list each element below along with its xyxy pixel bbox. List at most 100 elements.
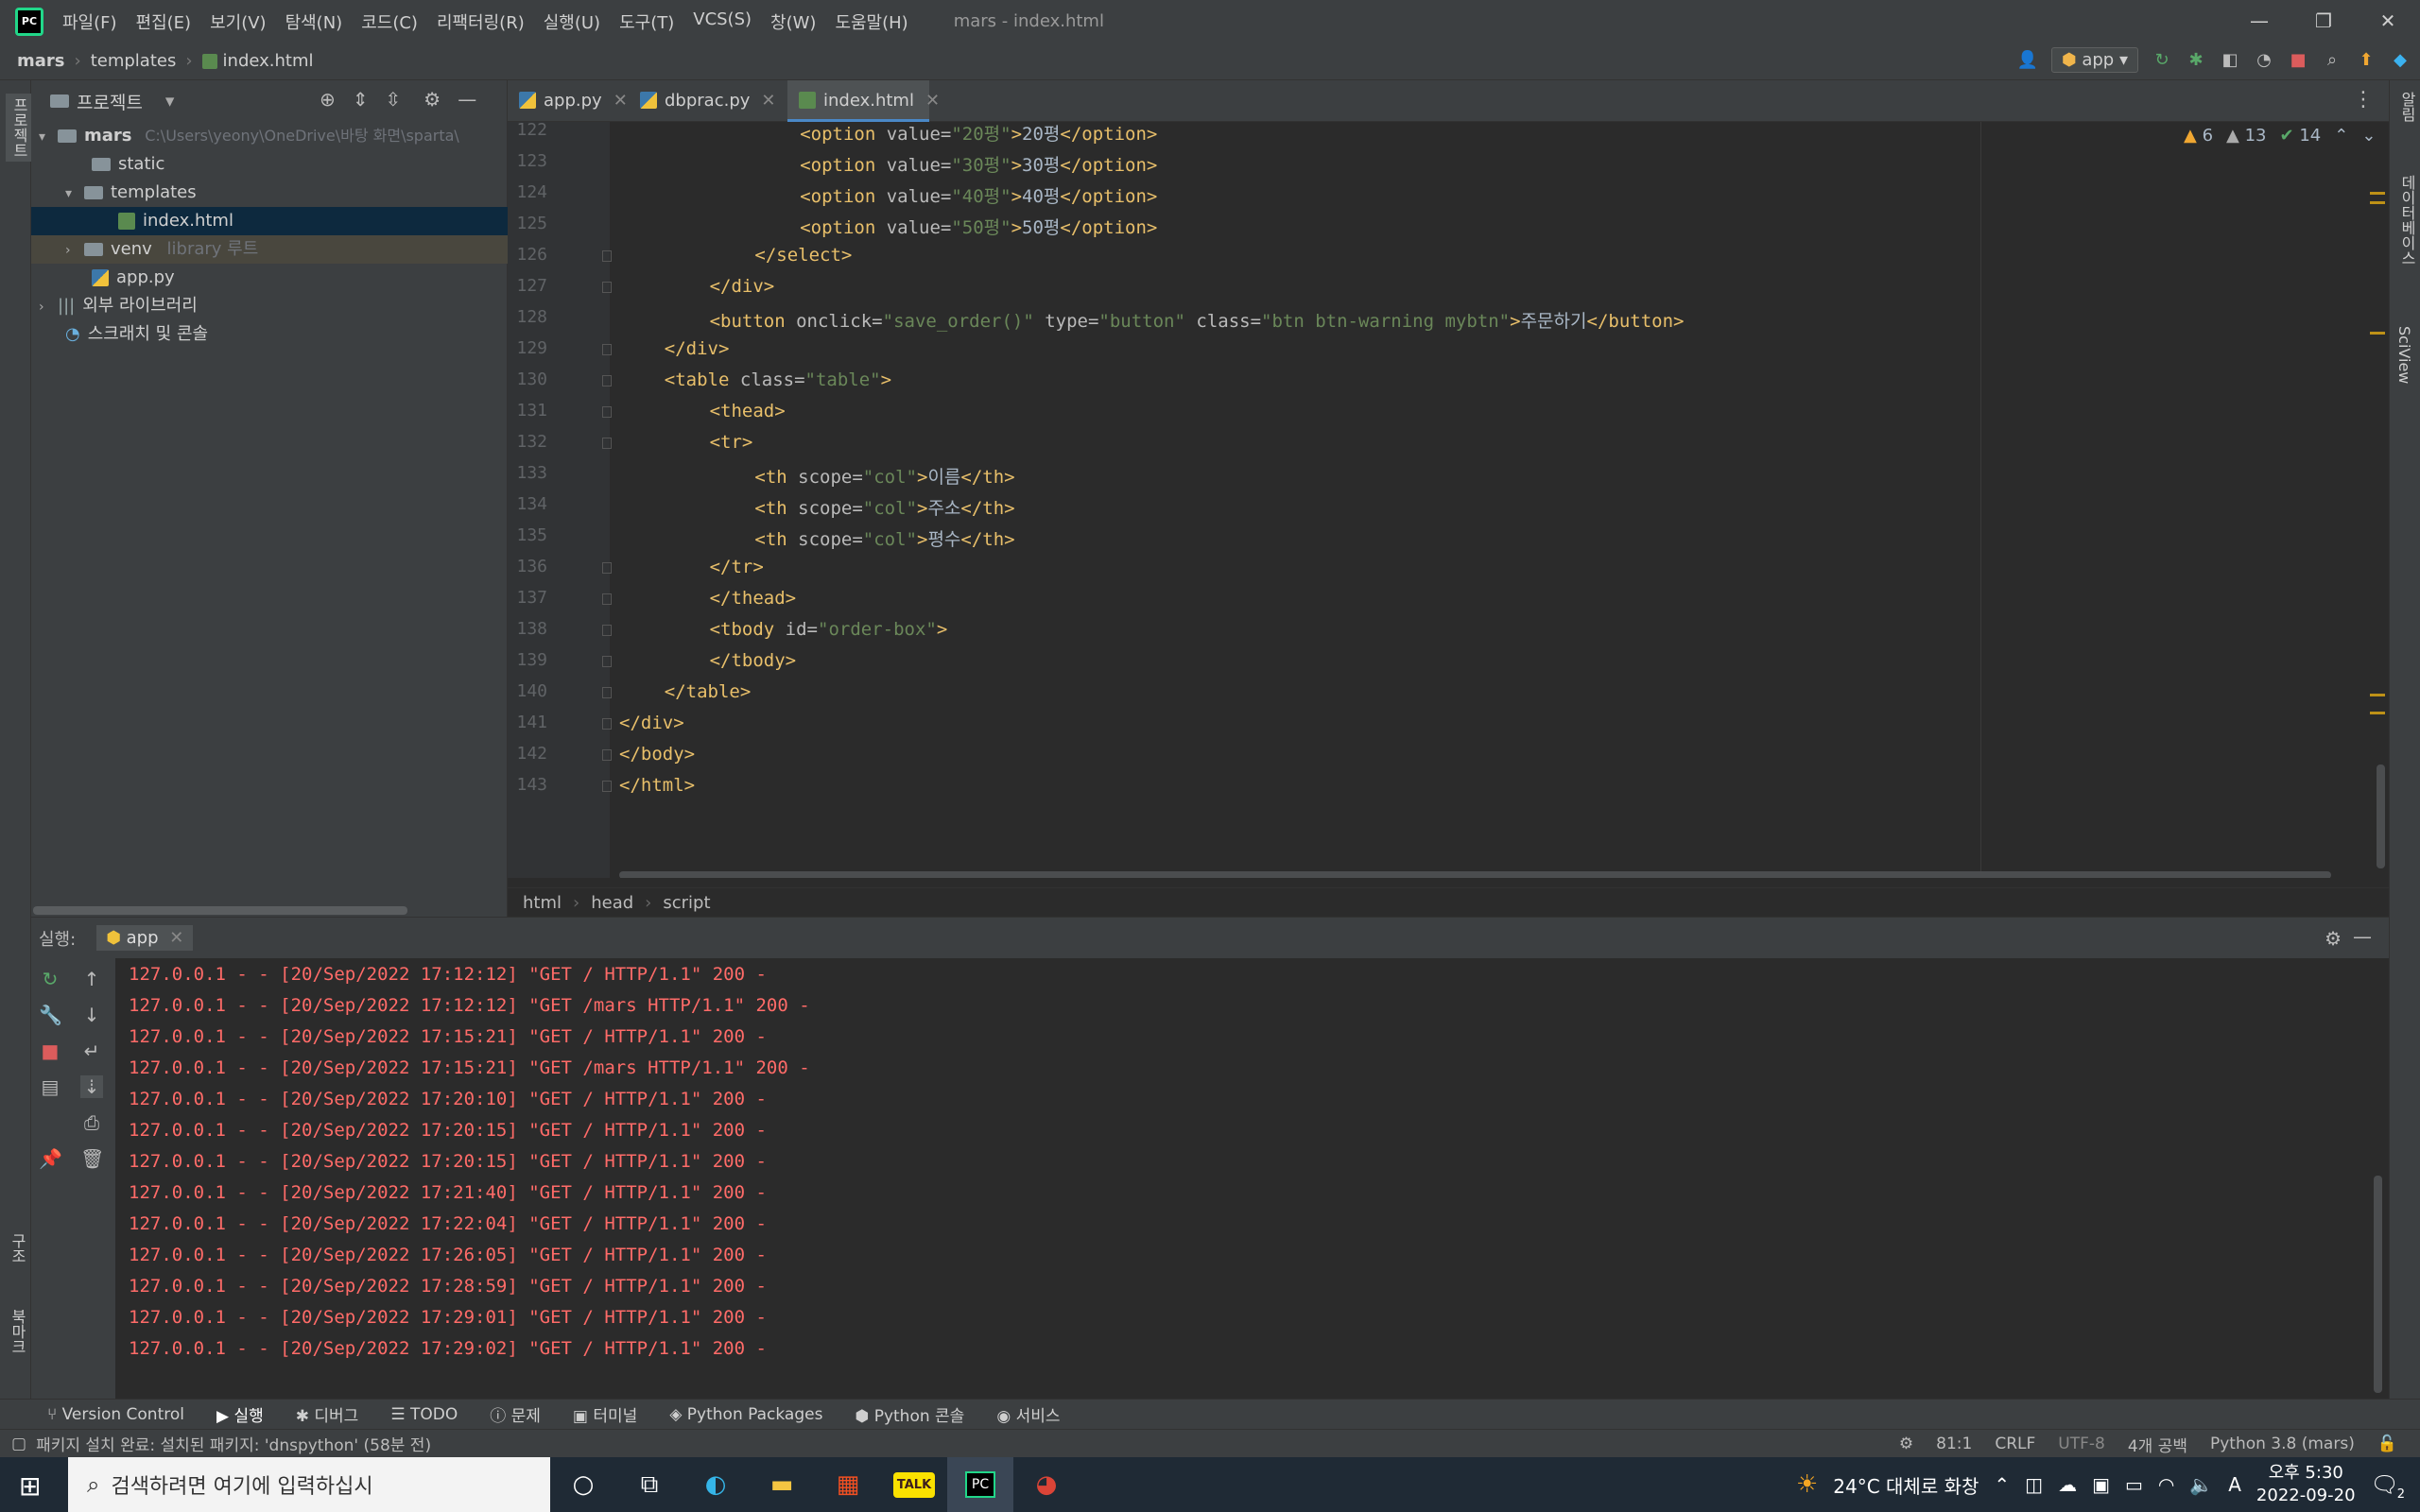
notifications-tool-tab[interactable]: 알림: [2395, 92, 2418, 122]
run-tab-app[interactable]: ⬢ app ✕: [96, 925, 194, 951]
kakaotalk-icon[interactable]: TALK: [881, 1457, 947, 1512]
tree-item-templates[interactable]: ▾ templates: [31, 179, 508, 207]
soft-wrap-icon[interactable]: ↵: [80, 1040, 103, 1062]
meet-icon[interactable]: ◫: [2025, 1473, 2043, 1496]
code-line[interactable]: </tr>: [710, 557, 764, 577]
hide-icon[interactable]: —: [458, 88, 476, 111]
close-icon[interactable]: ✕: [614, 91, 628, 111]
code-line[interactable]: <thead>: [710, 401, 786, 421]
fold-marker-icon[interactable]: [602, 625, 612, 636]
warning-marker[interactable]: [2370, 192, 2385, 195]
device-icon[interactable]: ▣: [2092, 1473, 2110, 1496]
tool-tab-run[interactable]: ▶ 실행: [216, 1402, 264, 1426]
code-editor[interactable]: 122 <option value="20평">20평</option> 123 <o…: [508, 122, 2389, 878]
tab-index-html[interactable]: index.html ✕: [787, 80, 940, 122]
tool-tab-todo[interactable]: ☰ TODO: [390, 1405, 458, 1424]
menu-item[interactable]: 편집(E): [136, 9, 192, 34]
code-line[interactable]: </table>: [665, 681, 752, 702]
code-line[interactable]: </html>: [619, 775, 695, 796]
project-tool-tab[interactable]: 프로젝트: [6, 94, 32, 162]
gear-icon[interactable]: ⚙: [424, 88, 441, 111]
breadcrumb-html[interactable]: html: [523, 893, 562, 913]
wrench-icon[interactable]: 🔧: [39, 1004, 62, 1026]
menu-item[interactable]: 리팩터링(R): [437, 9, 525, 34]
nav-crumb-file[interactable]: index.html: [223, 51, 314, 71]
run-config-select[interactable]: ⬢ app ▾: [2050, 47, 2138, 73]
weather-icon[interactable]: ☀: [1796, 1470, 1818, 1499]
pycharm-taskbar-icon[interactable]: PC: [947, 1457, 1013, 1512]
layout-icon[interactable]: ▤: [39, 1075, 61, 1098]
store-icon[interactable]: ▦: [815, 1457, 881, 1512]
run-console[interactable]: 127.0.0.1 - - [20/Sep/2022 17:12:12] "GE…: [116, 958, 2389, 1399]
hide-icon[interactable]: —: [2353, 925, 2372, 948]
tab-app-py[interactable]: app.py ✕: [508, 80, 629, 122]
caret-position[interactable]: 81:1: [1936, 1435, 1972, 1453]
tool-tab-python-console[interactable]: ⬢ Python 콘솔: [855, 1402, 964, 1426]
inspection-widget[interactable]: ▲ 6 ▲ 13 ✔ 14 ⌃ ⌄: [2184, 126, 2376, 146]
cortana-icon[interactable]: ○: [550, 1457, 616, 1512]
menu-item[interactable]: 코드(C): [361, 9, 418, 34]
restore-icon[interactable]: ❐: [2291, 0, 2356, 43]
rerun-icon[interactable]: ↻: [39, 968, 61, 990]
tool-tab-problems[interactable]: ⓘ 문제: [490, 1402, 541, 1426]
fold-marker-icon[interactable]: [602, 282, 612, 293]
file-explorer-icon[interactable]: ▬: [749, 1457, 815, 1512]
search-icon[interactable]: ⌕: [2322, 50, 2342, 71]
code-line[interactable]: <option value="20평">20평</option>: [800, 122, 1157, 146]
chevron-right-icon[interactable]: ›: [39, 293, 58, 320]
fold-marker-icon[interactable]: [602, 344, 612, 355]
nav-crumb-project[interactable]: mars: [17, 51, 65, 71]
menu-item[interactable]: 도움말(H): [835, 9, 908, 34]
menu-item[interactable]: 도구(T): [619, 9, 674, 34]
more-tabs-icon[interactable]: ⋮: [2353, 88, 2374, 112]
tool-tab-terminal[interactable]: ▣ 터미널: [573, 1402, 637, 1426]
fold-marker-icon[interactable]: [602, 687, 612, 698]
tree-item-scratches[interactable]: ◔ 스크래치 및 콘솔: [31, 320, 508, 349]
windows-start-icon[interactable]: ⊞: [19, 1470, 41, 1502]
lock-icon[interactable]: 🔓: [2377, 1435, 2397, 1453]
rerun-icon[interactable]: ↻: [2152, 50, 2172, 71]
tree-item-external-libraries[interactable]: › ||| 외부 라이브러리: [31, 292, 508, 320]
menu-item[interactable]: 탐색(N): [285, 9, 343, 34]
code-line[interactable]: <option value="40평">40평</option>: [800, 182, 1157, 208]
onedrive-icon[interactable]: ☁: [2058, 1473, 2077, 1496]
code-line[interactable]: </div>: [619, 713, 684, 733]
menu-item[interactable]: 파일(F): [62, 9, 117, 34]
chevron-right-icon[interactable]: ›: [65, 236, 84, 264]
fold-marker-icon[interactable]: [602, 781, 612, 792]
tree-item-venv[interactable]: › venv library 루트: [31, 235, 508, 264]
chevron-down-icon[interactable]: ▾: [39, 123, 58, 150]
chevron-down-icon[interactable]: ▾: [165, 91, 175, 112]
code-line[interactable]: </div>: [710, 276, 775, 297]
print-icon[interactable]: ⎙: [80, 1111, 103, 1134]
collapse-all-icon[interactable]: ⇳: [386, 88, 402, 111]
warning-marker[interactable]: [2370, 712, 2385, 714]
code-line[interactable]: </thead>: [710, 588, 797, 609]
tool-tab-python-packages[interactable]: ◈ Python Packages: [669, 1405, 822, 1424]
menu-item[interactable]: 실행(U): [544, 9, 600, 34]
edge-icon[interactable]: ◐: [683, 1457, 749, 1512]
close-icon[interactable]: ✕: [169, 928, 183, 948]
taskbar-search-box[interactable]: ⌕ 검색하려면 여기에 입력하십시: [68, 1457, 550, 1512]
line-separator[interactable]: CRLF: [1995, 1435, 2035, 1453]
fold-marker-icon[interactable]: [602, 250, 612, 262]
tree-item-index-html[interactable]: index.html: [31, 207, 508, 235]
close-icon[interactable]: ✕: [761, 91, 775, 111]
weather-text[interactable]: 24°C 대체로 화창: [1833, 1471, 1979, 1499]
code-line[interactable]: <option value="50평">50평</option>: [800, 214, 1157, 239]
menu-item[interactable]: 보기(V): [210, 9, 266, 34]
pin-icon[interactable]: 📌: [39, 1147, 62, 1170]
next-highlight-icon[interactable]: ⌄: [2361, 126, 2376, 146]
arrow-down-icon[interactable]: ↓: [80, 1004, 103, 1026]
stop-icon[interactable]: ■: [2288, 50, 2308, 71]
chevron-down-icon[interactable]: ▾: [65, 180, 84, 207]
stop-icon[interactable]: ■: [39, 1040, 61, 1062]
close-icon[interactable]: ✕: [2356, 0, 2420, 43]
sciview-tool-tab[interactable]: SciView: [2395, 326, 2413, 384]
code-line[interactable]: <table class="table">: [665, 369, 891, 390]
structure-tool-tab[interactable]: 구조: [6, 1233, 28, 1263]
horizontal-scrollbar[interactable]: [33, 906, 407, 915]
trash-icon[interactable]: 🗑: [80, 1147, 104, 1170]
warning-marker[interactable]: [2370, 694, 2385, 696]
scroll-to-end-icon[interactable]: ⇣: [80, 1075, 103, 1098]
